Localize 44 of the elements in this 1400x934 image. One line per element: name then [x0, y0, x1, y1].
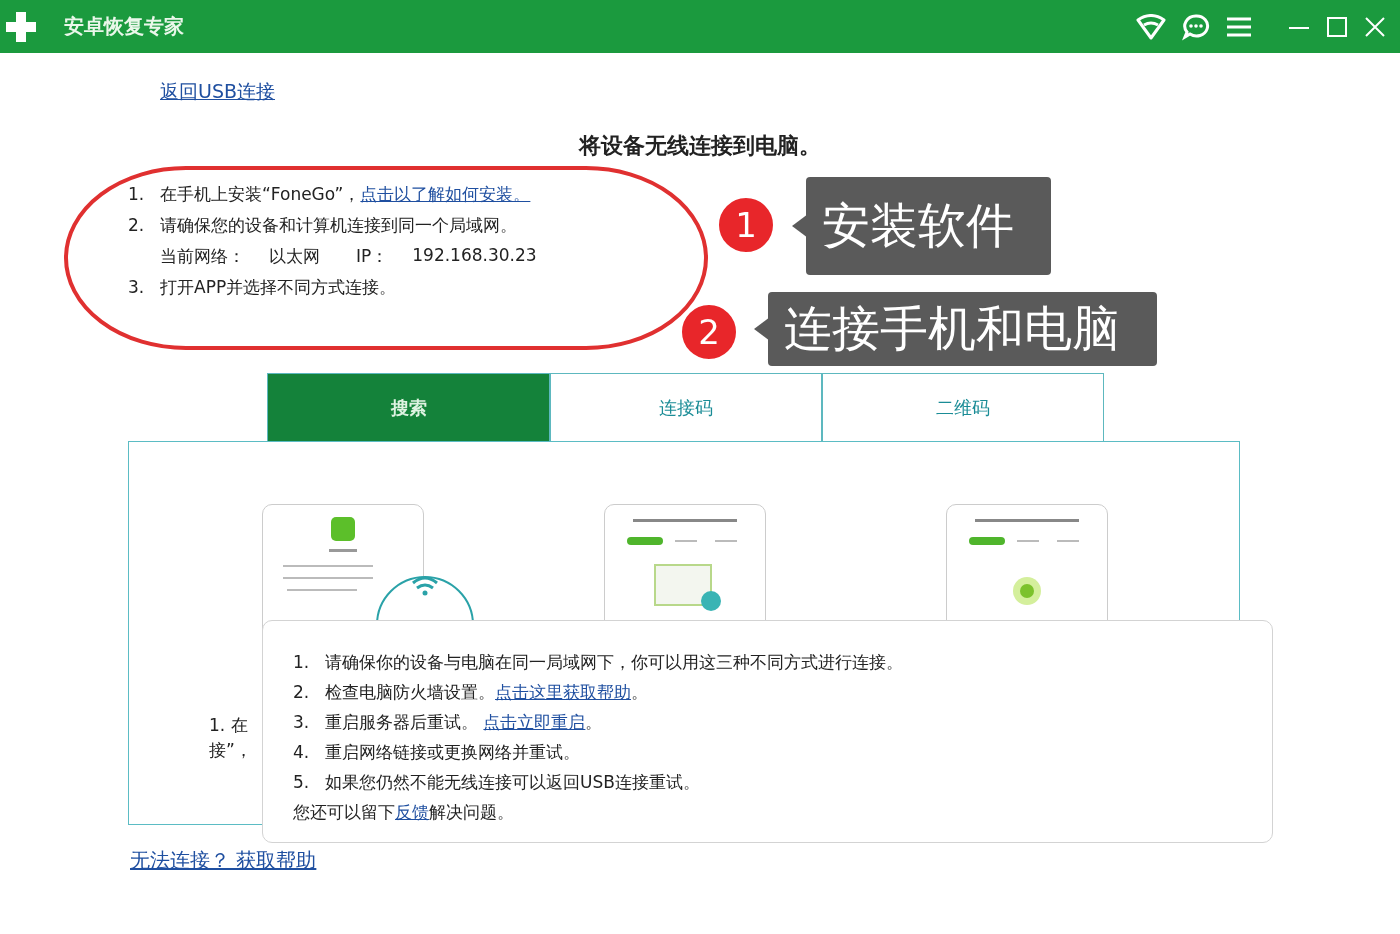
page-heading: 将设备无线连接到电脑。 — [579, 132, 821, 160]
step-badge: 1 — [716, 195, 776, 255]
close-icon[interactable] — [1364, 15, 1386, 38]
help-link[interactable]: 无法连接？ 获取帮助 — [130, 847, 317, 874]
tip-text: 如果您仍然不能无线连接可以返回USB连接重试。 — [325, 771, 700, 794]
tip-number: 3. — [293, 712, 311, 732]
step-text: 打开APP并选择不同方式连接。 — [160, 276, 397, 299]
step-number: 3. — [128, 277, 146, 297]
tab[interactable]: 连接码 — [550, 373, 822, 441]
tip-text: 重启网络链接或更换网络并重试。 — [325, 741, 580, 764]
tip-link[interactable]: 点击这里获取帮助 — [495, 682, 631, 702]
tip-number: 1. — [293, 652, 311, 672]
step-number: 2. — [128, 215, 146, 235]
ip-label: IP： — [356, 245, 389, 268]
annotation-label: 连接手机和电脑 — [768, 292, 1157, 366]
tab[interactable]: 二维码 — [822, 373, 1104, 441]
tip-number: 2. — [293, 682, 311, 702]
tip-text: 请确保你的设备与电脑在同一局域网下，你可以用这三种不同方式进行连接。 — [325, 651, 903, 674]
instruction-text: 接”， — [209, 739, 252, 762]
ip-address: 192.168.30.23 — [412, 245, 537, 267]
step-number: 1. — [128, 184, 146, 204]
network-name: 以太网 — [269, 245, 320, 268]
install-link[interactable]: 点击以了解如何安装。 — [360, 184, 531, 204]
step-badge: 2 — [679, 302, 739, 362]
wifi-icon[interactable] — [1136, 13, 1166, 40]
step-text: 在手机上安装“FoneGo”，点击以了解如何安装。 — [160, 183, 531, 206]
feedback-link[interactable]: 反馈 — [395, 802, 429, 822]
tip-link[interactable]: 点击立即重启 — [483, 712, 586, 732]
maximize-icon[interactable] — [1326, 15, 1348, 38]
chat-icon[interactable] — [1182, 12, 1210, 41]
network-label: 当前网络： — [160, 245, 245, 268]
window-title: 安卓恢复专家 — [64, 13, 184, 40]
tip-number: 4. — [293, 742, 311, 762]
menu-icon[interactable] — [1226, 15, 1252, 38]
annotation-label: 安装软件 — [806, 177, 1051, 275]
tip-number: 5. — [293, 772, 311, 792]
plus-icon — [4, 9, 38, 44]
step-text: 请确保您的设备和计算机连接到同一个局域网。 — [160, 214, 517, 237]
instruction-text: 1. 在 — [209, 714, 248, 737]
tab[interactable]: 搜索 — [267, 373, 550, 441]
back-link[interactable]: 返回USB连接 — [160, 79, 275, 105]
tip-text: 检查电脑防火墙设置。点击这里获取帮助。 — [325, 681, 648, 704]
feedback-text: 您还可以留下反馈解决问题。 — [293, 801, 515, 824]
tip-text: 重启服务器后重试。 点击立即重启。 — [325, 711, 603, 734]
